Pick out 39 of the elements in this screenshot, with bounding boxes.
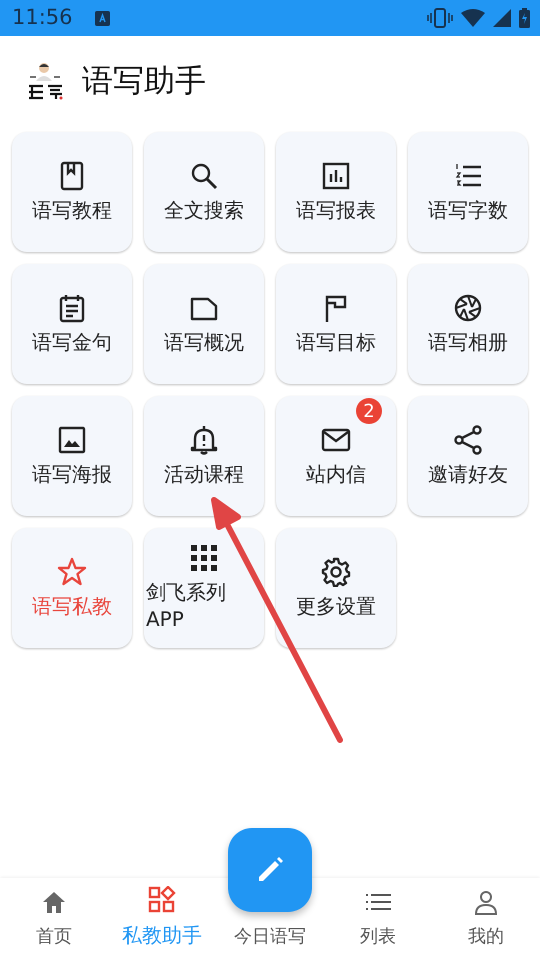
star-icon [57,556,87,586]
count-badge: 2 [356,398,382,424]
image-icon [57,424,87,454]
person-icon [472,889,500,917]
nav-tab[interactable]: 首页 [0,878,108,960]
status-time: 11:56 [12,4,73,32]
menu-tile[interactable]: 语写金句 [12,264,132,384]
app-grid-icon [189,543,219,573]
menu-tile[interactable]: 站内信 2 [276,396,396,516]
aperture-icon [453,292,483,322]
keyboard-icon [94,10,110,26]
compose-button[interactable] [228,828,312,912]
bar-chart-icon [321,160,351,190]
menu-tile[interactable]: 语写目标 [276,264,396,384]
nav-tab[interactable]: 今日语写 [216,922,324,960]
vibrate-icon [427,8,453,28]
settings-icon [321,556,351,586]
menu-tile[interactable]: 语写概况 [144,264,264,384]
battery-icon [519,8,530,28]
menu-tile[interactable]: 语写报表 [276,132,396,252]
app-title: 语写助手 [82,62,206,101]
signal-icon [493,9,511,27]
wifi-icon [461,9,485,27]
menu-tile[interactable]: 更多设置 [276,528,396,648]
menu-tile[interactable]: 语写私教 [12,528,132,648]
apps-icon [148,886,176,914]
menu-tile[interactable]: 邀请好友 [408,396,528,516]
menu-tile[interactable]: 语写相册 [408,264,528,384]
share-icon [453,424,483,454]
bell-icon [189,424,219,454]
menu-tile[interactable]: 语写海报 [12,396,132,516]
menu-tile[interactable]: 活动课程 [144,396,264,516]
menu-tile[interactable]: 语写字数 [408,132,528,252]
menu-tile[interactable]: 剑飞系列APP [144,528,264,648]
menu-tile[interactable]: 语写教程 [12,132,132,252]
menu-tile[interactable]: 全文搜索 [144,132,264,252]
calendar-icon [57,292,87,322]
nav-tab[interactable]: 列表 [324,878,432,960]
nav-tab[interactable]: 我的 [432,878,540,960]
